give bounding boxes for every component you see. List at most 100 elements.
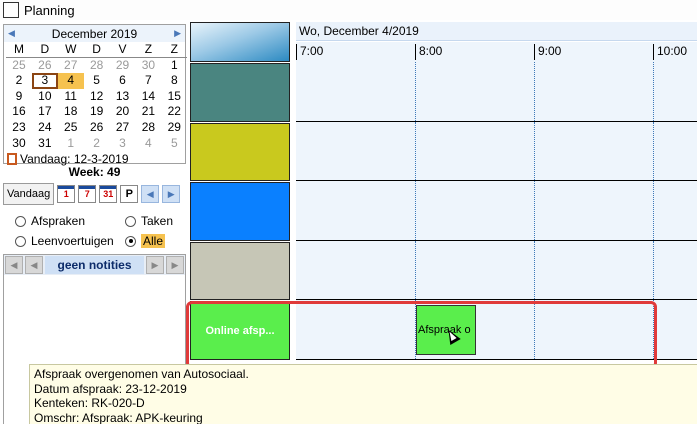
calendar-day[interactable]: 1 — [161, 58, 187, 74]
calendar-day[interactable]: 4 — [57, 73, 84, 89]
calendar-day[interactable]: 27 — [58, 58, 84, 74]
calendar-day[interactable]: 24 — [32, 120, 58, 136]
resource-row-header[interactable] — [190, 241, 290, 300]
calendar-month-title: December 2019 — [51, 26, 138, 41]
notes-label: geen notities — [45, 256, 144, 274]
filter-options: Afspraken Taken Leenvoertuigen Alle — [3, 209, 186, 251]
resource-row-header[interactable] — [190, 182, 290, 241]
today-marker-icon — [7, 153, 17, 166]
calendar-day[interactable]: 15 — [161, 89, 187, 105]
notes-last-icon[interactable]: ▶ — [166, 256, 184, 274]
resource-row-header[interactable] — [190, 63, 290, 122]
week-view-button[interactable]: 7 — [78, 185, 97, 203]
calendar-day[interactable]: 4 — [135, 136, 161, 152]
calendar-day[interactable]: 23 — [6, 120, 32, 136]
calendar-day[interactable]: 28 — [84, 58, 110, 74]
hour-gridline — [534, 240, 535, 299]
calendar-day[interactable]: 20 — [110, 104, 136, 120]
weekday-label: V — [109, 42, 136, 58]
notes-first-icon[interactable]: ◀ — [5, 256, 23, 274]
resource-lane[interactable] — [296, 181, 697, 241]
resource-lane[interactable] — [296, 62, 697, 122]
calendar-day[interactable]: 25 — [6, 58, 32, 74]
calendar-day[interactable]: 11 — [58, 89, 84, 105]
window-title: Planning — [24, 2, 75, 18]
prev-month-icon[interactable]: ◀ — [8, 28, 15, 39]
calendar-day[interactable]: 2 — [84, 136, 110, 152]
hour-gridline — [415, 62, 416, 121]
calendar-day[interactable]: 16 — [6, 104, 32, 120]
calendar-day[interactable]: 5 — [161, 136, 187, 152]
resource-lane[interactable] — [296, 240, 697, 300]
calendar-header: ◀ December 2019 ▶ — [4, 25, 185, 42]
calendar-day[interactable]: 9 — [6, 89, 32, 105]
day-view-button[interactable]: 1 — [57, 185, 76, 203]
calendar-day[interactable]: 29 — [161, 120, 187, 136]
resource-lane[interactable] — [296, 121, 697, 181]
window-titlebar: Planning — [0, 0, 697, 20]
calendar-day[interactable]: 19 — [84, 104, 110, 120]
notes-next-icon[interactable]: ▶ — [146, 256, 164, 274]
calendar-day[interactable]: 30 — [135, 58, 161, 74]
calendar-day[interactable]: 30 — [6, 136, 32, 152]
calendar-day[interactable]: 31 — [32, 136, 58, 152]
today-button[interactable]: Vandaag — [3, 183, 55, 205]
calendar-day[interactable]: 18 — [58, 104, 84, 120]
time-label: 7:00 — [296, 44, 323, 60]
prev-day-button[interactable]: ◀ — [141, 185, 160, 203]
calendar-day[interactable]: 25 — [58, 120, 84, 136]
tooltip-line: Afspraak overgenomen van Autosociaal. — [34, 367, 249, 381]
mini-calendar: ◀ December 2019 ▶ M D W D V Z Z 25 26 27 28 29 30 1 2 3… — [3, 24, 188, 166]
calendar-day[interactable]: 17 — [32, 104, 58, 120]
calendar-day[interactable]: 26 — [32, 58, 58, 74]
time-label: 10:00 — [653, 44, 687, 60]
calendar-day[interactable]: 28 — [135, 120, 161, 136]
calendar-day[interactable]: 26 — [84, 120, 110, 136]
next-day-button[interactable]: ▶ — [162, 185, 181, 203]
hour-gridline — [653, 240, 654, 299]
calendar-day[interactable]: 2 — [6, 73, 32, 89]
hour-gridline — [415, 121, 416, 180]
hour-gridline — [653, 181, 654, 240]
calendar-day[interactable]: 14 — [135, 89, 161, 105]
radio-dot — [125, 215, 136, 227]
view-toolbar: Vandaag 1 7 31 P ◀ ▶ — [3, 182, 186, 206]
calendar-day[interactable]: 27 — [110, 120, 136, 136]
calendar-day[interactable]: 21 — [135, 104, 161, 120]
calendar-day[interactable]: 13 — [110, 89, 136, 105]
calendar-day[interactable]: 12 — [84, 89, 110, 105]
radio-tasks[interactable]: Taken — [125, 214, 173, 228]
calendar-day[interactable]: 1 — [58, 136, 84, 152]
calendar-day[interactable]: 5 — [84, 73, 110, 89]
print-button[interactable]: P — [120, 185, 139, 203]
calendar-day[interactable]: 29 — [110, 58, 136, 74]
radio-all[interactable]: Alle — [125, 234, 166, 248]
calendar-day[interactable]: 7 — [135, 73, 161, 89]
radio-dot-selected — [125, 235, 136, 247]
date-header: Wo, December 4/2019 — [296, 22, 697, 41]
calendar-day[interactable]: 10 — [32, 89, 58, 105]
radio-label: Taken — [141, 214, 174, 228]
radio-dot — [15, 235, 26, 247]
weekday-label: W — [57, 42, 84, 58]
calendar-day[interactable]: 6 — [110, 73, 136, 89]
weekday-label: M — [6, 42, 32, 58]
weekday-label: Z — [161, 42, 188, 58]
calendar-day[interactable]: 8 — [161, 73, 187, 89]
hour-gridline — [415, 181, 416, 240]
hour-gridline — [653, 121, 654, 180]
calendar-day[interactable]: 3 — [110, 136, 136, 152]
resource-row-header[interactable] — [190, 122, 290, 181]
week-label: Week: 49 — [68, 165, 121, 179]
appointment-tooltip: Afspraak overgenomen van Autosociaal. Da… — [29, 364, 697, 424]
radio-loan-vehicles[interactable]: Leenvoertuigen — [15, 234, 114, 248]
next-month-icon[interactable]: ▶ — [174, 28, 181, 39]
calendar-day[interactable]: 3 — [31, 73, 58, 89]
radio-appointments[interactable]: Afspraken — [15, 214, 85, 228]
month-view-button[interactable]: 31 — [99, 185, 118, 203]
notes-prev-icon[interactable]: ◀ — [25, 256, 43, 274]
radio-label: Alle — [141, 234, 166, 248]
app-icon — [3, 2, 19, 18]
notes-toolbar: ◀ ◀ geen notities ▶ ▶ — [4, 255, 185, 275]
calendar-day[interactable]: 22 — [161, 104, 187, 120]
